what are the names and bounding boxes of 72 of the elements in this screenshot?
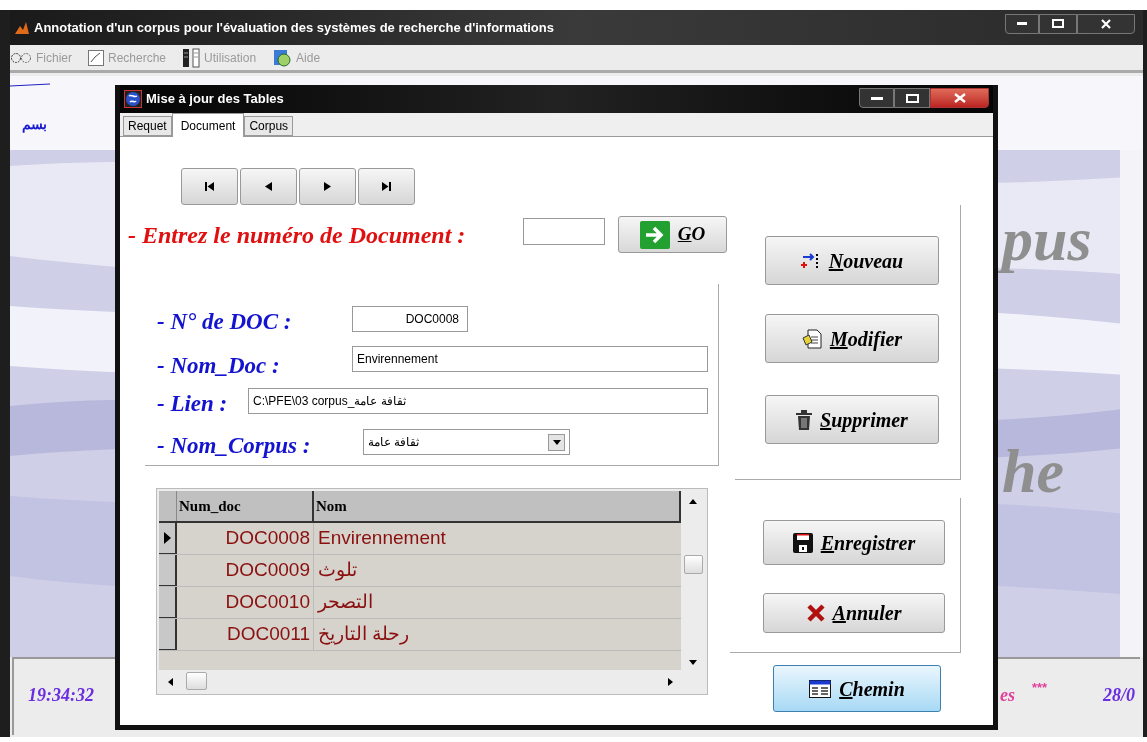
- document-number-field[interactable]: [523, 218, 605, 245]
- action-button[interactable]: Enregistrer: [763, 520, 945, 565]
- scroll-down-icon[interactable]: [689, 660, 697, 665]
- table-cell: DOC0011: [177, 619, 314, 650]
- field-label: - Nom_Doc :: [157, 352, 280, 380]
- table-cell-text: تلوث: [317, 558, 358, 583]
- table-cell-text: رحلة التاريخ: [317, 622, 411, 647]
- navigation-button[interactable]: [181, 168, 238, 205]
- glasses-icon: [10, 50, 32, 65]
- tab[interactable]: Corpus: [244, 116, 294, 136]
- prompt-label: - Entrez le numéro de Document :: [128, 221, 466, 250]
- clock-text: 19:34:32: [28, 684, 94, 707]
- navigation-button[interactable]: [358, 168, 415, 205]
- table-cell-text: التصحر: [316, 590, 374, 615]
- scroll-up-icon[interactable]: [689, 499, 697, 504]
- close-button[interactable]: [1077, 13, 1135, 34]
- close-button[interactable]: [930, 88, 989, 108]
- action-button[interactable]: Annuler: [763, 593, 945, 633]
- row-header[interactable]: [159, 619, 177, 650]
- last-record-icon: [382, 182, 391, 191]
- scroll-thumb[interactable]: [684, 555, 703, 574]
- table-cell: DOC0010: [177, 587, 314, 618]
- close-icon: [1101, 18, 1111, 29]
- input-field[interactable]: Envirennement: [352, 346, 708, 372]
- dialog-title: Mise à jour des Tables: [146, 90, 284, 109]
- column-header[interactable]: Num_doc: [177, 491, 314, 521]
- maximize-button[interactable]: [894, 88, 930, 108]
- first-record-icon: [205, 182, 214, 191]
- arrows-icon: [800, 251, 821, 270]
- date-text: 28/0: [1103, 684, 1135, 707]
- document-icon: [801, 328, 822, 349]
- table-cell-text: Envirennement: [317, 526, 447, 551]
- scroll-thumb[interactable]: [186, 672, 207, 690]
- maximize-button[interactable]: [1039, 13, 1077, 34]
- header-text: بسم: [22, 115, 47, 135]
- tab[interactable]: Requet: [123, 116, 172, 136]
- path-button[interactable]: Chemin: [773, 665, 941, 712]
- row-header[interactable]: [159, 555, 177, 586]
- input-field[interactable]: C:\PFE\03 corpus_ثقافة عامة: [248, 388, 708, 414]
- tab[interactable]: Document: [171, 113, 245, 137]
- chart-icon: [88, 49, 104, 66]
- close-icon: [953, 93, 966, 103]
- action-button[interactable]: Modifier: [765, 314, 939, 363]
- field-label: - N° de DOC :: [157, 308, 292, 336]
- minimize-button[interactable]: [1005, 13, 1039, 34]
- banner-text: he: [1002, 440, 1064, 502]
- trash-icon: [796, 409, 813, 430]
- status-text: es: [1000, 684, 1015, 707]
- table-cell: DOC0009: [177, 555, 314, 586]
- action-button[interactable]: Nouveau: [765, 236, 939, 285]
- next-icon: [324, 182, 331, 191]
- minimize-button[interactable]: [859, 88, 894, 108]
- row-header[interactable]: [159, 523, 177, 554]
- current-row-icon: [163, 532, 171, 544]
- table-cell: DOC0008: [177, 523, 314, 554]
- field-label: - Nom_Corpus :: [157, 432, 311, 460]
- action-button[interactable]: Supprimer: [765, 395, 939, 444]
- input-field[interactable]: DOC0008: [352, 306, 468, 332]
- scroll-right-icon[interactable]: [668, 678, 673, 686]
- scroll-left-icon[interactable]: [168, 678, 173, 686]
- field-label: - Lien :: [157, 390, 228, 418]
- previous-icon: [265, 182, 272, 191]
- window-icon: [809, 679, 832, 698]
- globe-icon: [124, 90, 142, 108]
- window-title: Annotation d'un corpus pour l'évaluation des systèmes de recherche d'informations: [34, 18, 554, 37]
- dropdown-field[interactable]: ثقافة عامة: [363, 429, 570, 455]
- cross-icon: [806, 604, 825, 622]
- status-separator: ***: [1032, 679, 1048, 697]
- go-button[interactable]: GO: [618, 216, 727, 253]
- help-icon: [272, 47, 293, 68]
- book-icon: [182, 47, 201, 68]
- row-header[interactable]: [159, 587, 177, 618]
